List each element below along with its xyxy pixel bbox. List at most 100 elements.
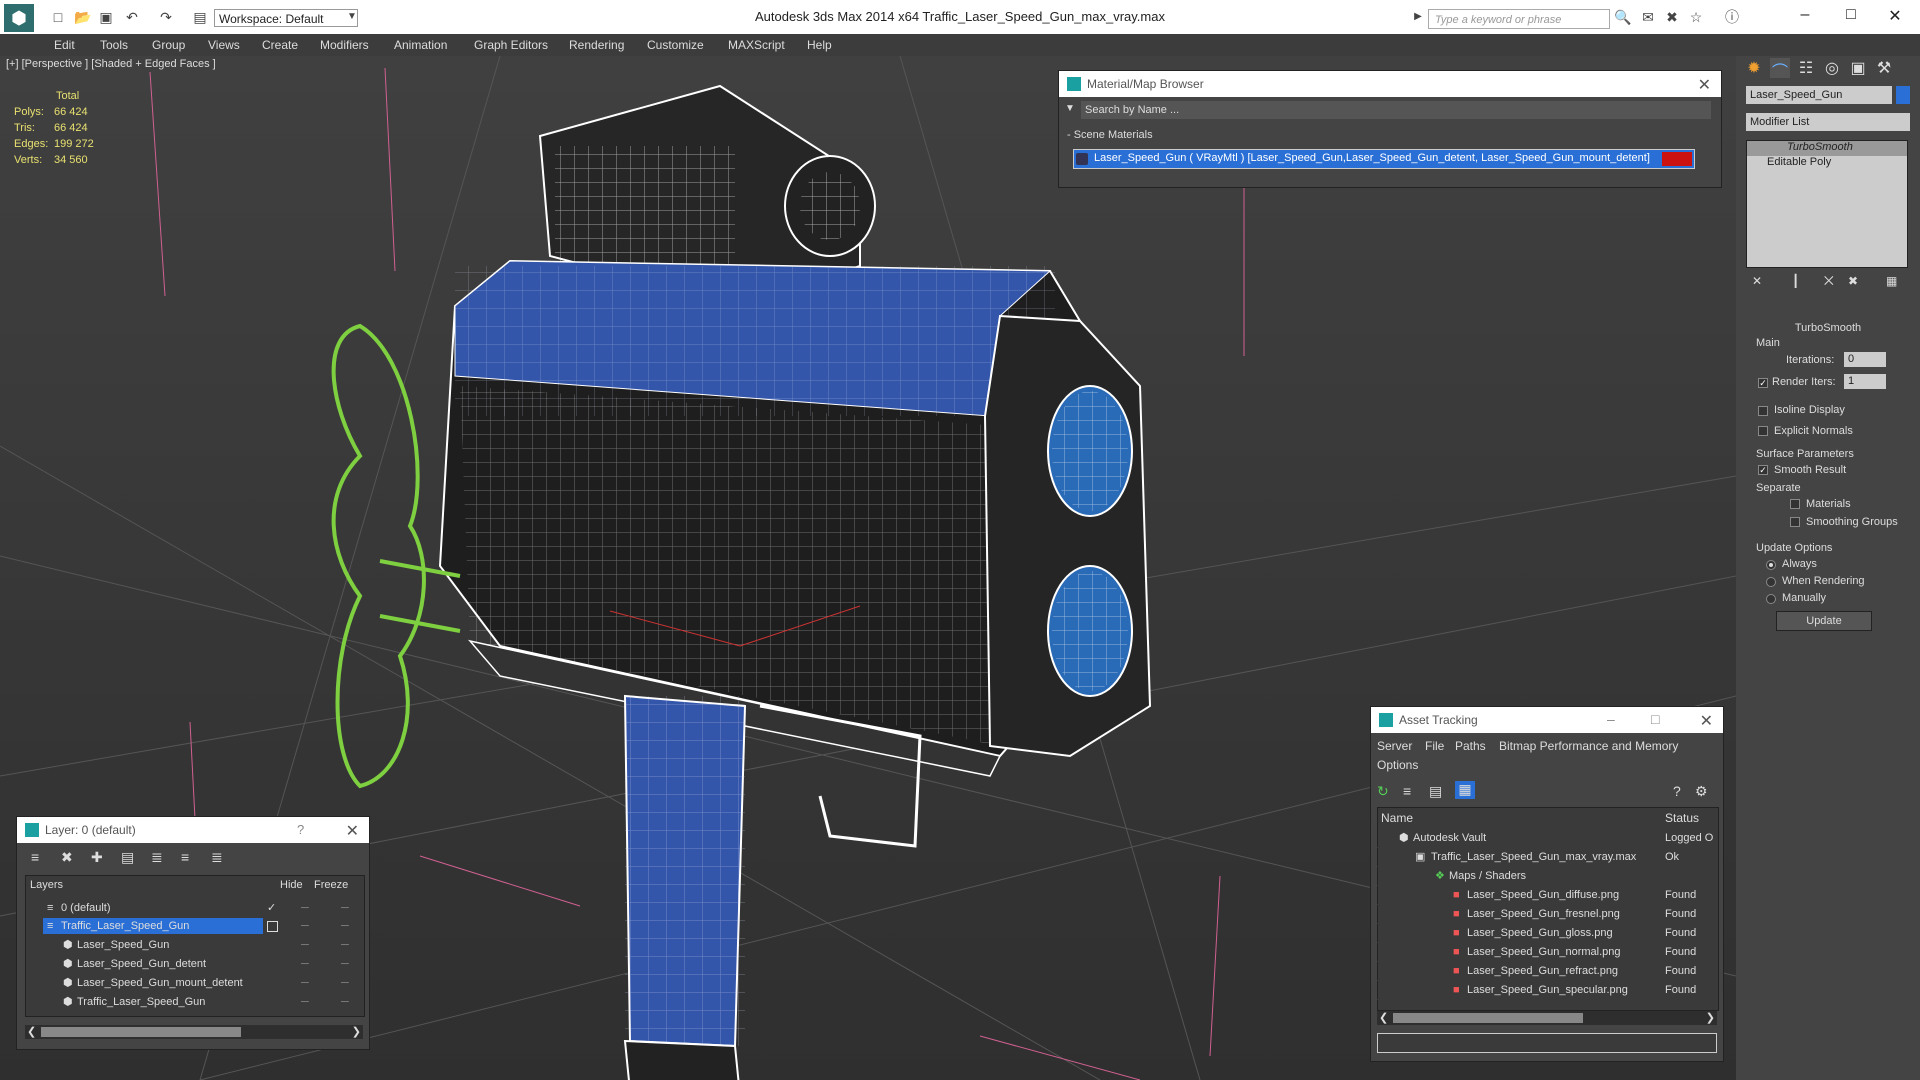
layer-object-row[interactable]: ⬢ Traffic_Laser_Speed_Gun ─ ─ <box>29 993 359 1011</box>
add-to-layer-icon[interactable]: ✚ <box>91 849 103 866</box>
always-radio[interactable] <box>1766 560 1776 570</box>
hide-toggle[interactable]: ─ <box>301 917 309 935</box>
smooth-result-checkbox[interactable]: ✓ <box>1758 465 1768 475</box>
render-iters-checkbox[interactable]: ✓ <box>1758 378 1768 388</box>
minimize-button[interactable]: – <box>1790 6 1820 26</box>
hide-toggle[interactable]: ─ <box>301 974 309 992</box>
layer-row-selected[interactable]: ≡ Traffic_Laser_Speed_Gun ─ ─ <box>29 917 359 935</box>
scroll-right-icon[interactable]: ❯ <box>1706 1011 1715 1024</box>
create-layer-icon[interactable]: ≡ <box>31 849 39 865</box>
smoothing-groups-checkbox[interactable] <box>1790 517 1800 527</box>
freeze-toggle[interactable]: ─ <box>341 955 349 973</box>
scroll-thumb[interactable] <box>1393 1013 1583 1023</box>
maximize-button[interactable]: □ <box>1651 711 1659 727</box>
create-tab-icon[interactable]: ✹ <box>1744 58 1764 78</box>
make-unique-icon[interactable]: ⨉ <box>1824 274 1834 289</box>
search-arrow-icon[interactable]: ▶ <box>1410 9 1426 25</box>
asset-row[interactable]: ■ Laser_Speed_Gun_diffuse.png Found <box>1377 886 1717 905</box>
close-button[interactable]: ✕ <box>1880 6 1910 26</box>
close-icon[interactable]: ✕ <box>346 821 359 841</box>
asset-row[interactable]: ❖ Maps / Shaders <box>1377 867 1717 886</box>
scene-material-item[interactable]: Laser_Speed_Gun ( VRayMtl ) [Laser_Speed… <box>1073 149 1695 169</box>
asset-row[interactable]: ■ Laser_Speed_Gun_gloss.png Found <box>1377 924 1717 943</box>
asset-row[interactable]: ⬢ Autodesk Vault Logged O <box>1377 829 1717 848</box>
turbosmooth-rollout-title[interactable]: TurboSmooth <box>1748 322 1908 334</box>
freeze-column-header[interactable]: Freeze <box>314 879 348 891</box>
scroll-left-icon[interactable]: ❮ <box>27 1025 36 1038</box>
hide-toggle[interactable]: ─ <box>301 955 309 973</box>
menu-edit[interactable]: Edit <box>54 38 75 52</box>
name-column-header[interactable]: Name <box>1381 811 1413 825</box>
layer-object-row[interactable]: ⬢ Laser_Speed_Gun_mount_detent ─ ─ <box>29 974 359 992</box>
utilities-tab-icon[interactable]: ⚒ <box>1874 58 1894 78</box>
when-rendering-radio[interactable] <box>1766 577 1776 587</box>
asset-menu-options[interactable]: Options <box>1377 758 1418 772</box>
asset-row[interactable]: ■ Laser_Speed_Gun_refract.png Found <box>1377 962 1717 981</box>
motion-tab-icon[interactable]: ◎ <box>1822 58 1842 78</box>
freeze-toggle[interactable]: ─ <box>341 899 349 917</box>
close-icon[interactable]: ✕ <box>1700 711 1713 731</box>
help-icon[interactable]: ? <box>297 822 304 837</box>
asset-menu-paths[interactable]: Paths <box>1455 739 1486 753</box>
menu-modifiers[interactable]: Modifiers <box>320 38 369 52</box>
hide-toggle[interactable]: ─ <box>301 899 309 917</box>
menu-animation[interactable]: Animation <box>394 38 447 52</box>
communication-icon[interactable]: ✉ <box>1640 9 1656 25</box>
stack-item-editable-poly[interactable]: Editable Poly <box>1747 156 1907 171</box>
asset-menu-server[interactable]: Server <box>1377 739 1412 753</box>
materials-checkbox[interactable] <box>1790 499 1800 509</box>
freeze-toggle[interactable]: ─ <box>341 974 349 992</box>
object-name-field[interactable]: Laser_Speed_Gun <box>1746 86 1892 104</box>
table-view-icon[interactable]: ▦ <box>1455 781 1475 799</box>
hide-toggle[interactable]: ─ <box>301 936 309 954</box>
freeze-all-icon[interactable]: ≣ <box>211 849 223 866</box>
material-search-input[interactable]: Search by Name ... <box>1081 101 1711 119</box>
menu-customize[interactable]: Customize <box>647 38 704 52</box>
asset-row[interactable]: ▣ Traffic_Laser_Speed_Gun_max_vray.max O… <box>1377 848 1717 867</box>
select-objects-icon[interactable]: ▤ <box>121 849 134 866</box>
search-options-icon[interactable]: ▼ <box>1065 103 1075 114</box>
highlight-layer-icon[interactable]: ≣ <box>151 849 163 866</box>
update-button[interactable]: Update <box>1776 611 1872 631</box>
status-column-header[interactable]: Status <box>1665 811 1699 825</box>
explicit-normals-checkbox[interactable] <box>1758 426 1768 436</box>
remove-modifier-icon[interactable]: ✖ <box>1848 274 1858 288</box>
favorites-icon[interactable]: ☆ <box>1688 9 1704 25</box>
menu-create[interactable]: Create <box>262 38 298 52</box>
menu-tools[interactable]: Tools <box>100 38 128 52</box>
configure-modifier-sets-icon[interactable]: ▦ <box>1886 274 1897 288</box>
binoculars-icon[interactable]: 🔍 <box>1614 9 1631 25</box>
render-iters-spinner[interactable]: 1 <box>1844 374 1886 389</box>
horizontal-scrollbar[interactable]: ❮ ❯ <box>1377 1011 1717 1025</box>
menu-help[interactable]: Help <box>807 38 832 52</box>
freeze-toggle[interactable]: ─ <box>341 936 349 954</box>
detail-view-icon[interactable]: ▤ <box>1429 783 1442 800</box>
isoline-display-checkbox[interactable] <box>1758 406 1768 416</box>
delete-layer-icon[interactable]: ✖ <box>61 849 73 866</box>
help-icon[interactable]: ? <box>1673 783 1681 799</box>
search-input[interactable]: Type a keyword or phrase <box>1428 9 1610 29</box>
asset-row[interactable]: ■ Laser_Speed_Gun_fresnel.png Found <box>1377 905 1717 924</box>
asset-row[interactable]: ■ Laser_Speed_Gun_normal.png Found <box>1377 943 1717 962</box>
menu-rendering[interactable]: Rendering <box>569 38 624 52</box>
settings-icon[interactable]: ⚙ <box>1695 783 1708 800</box>
display-tab-icon[interactable]: ▣ <box>1848 58 1868 78</box>
scroll-right-icon[interactable]: ❯ <box>352 1025 361 1038</box>
menu-views[interactable]: Views <box>208 38 240 52</box>
modifier-stack[interactable]: TurboSmooth Editable Poly <box>1746 140 1908 268</box>
menu-graph-editors[interactable]: Graph Editors <box>474 38 548 52</box>
freeze-toggle[interactable]: ─ <box>341 917 349 935</box>
exchange-icon[interactable]: ✖ <box>1664 9 1680 25</box>
object-color-swatch[interactable] <box>1896 86 1910 104</box>
scroll-thumb[interactable] <box>41 1027 241 1037</box>
layer-object-row[interactable]: ⬢ Laser_Speed_Gun ─ ─ <box>29 936 359 954</box>
stack-item-turbosmooth[interactable]: TurboSmooth <box>1747 141 1907 156</box>
current-layer-checkbox[interactable] <box>267 921 278 932</box>
manually-radio[interactable] <box>1766 594 1776 604</box>
show-end-result-icon[interactable]: ┃ <box>1792 274 1799 288</box>
hide-toggle[interactable]: ─ <box>301 993 309 1011</box>
viewport-label[interactable]: [+] [Perspective ] [Shaded + Edged Faces… <box>6 58 216 70</box>
asset-menu-file[interactable]: File <box>1425 739 1444 753</box>
asset-path-field[interactable] <box>1377 1033 1717 1053</box>
modifier-list-dropdown[interactable]: Modifier List <box>1746 113 1910 131</box>
